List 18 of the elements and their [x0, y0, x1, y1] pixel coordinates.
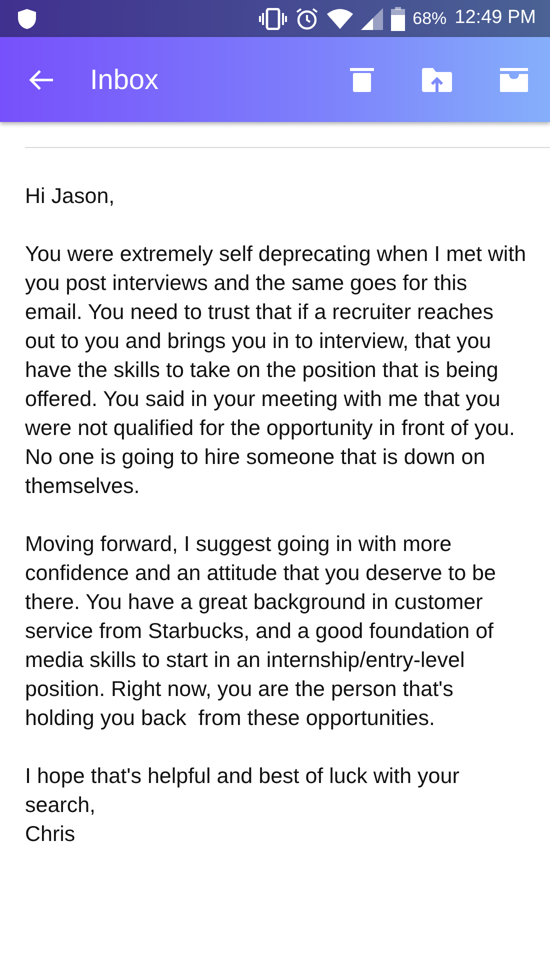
vibrate-icon: [258, 8, 287, 30]
email-paragraph: I hope that's helpful and best of luck with your search,: [25, 763, 460, 819]
alarm-icon: [294, 6, 319, 30]
battery-icon: [390, 6, 405, 30]
wifi-icon: [326, 8, 353, 28]
back-button[interactable]: [28, 68, 54, 90]
shield-icon: [18, 8, 36, 28]
email-paragraph: You were extremely self deprecating when I met with you post interviews and the same goes for this email. You need to trust that if a recruiter reaches out to you and brings you in to interview, that you have the skills to take on the position that is being offered. You said in your meeting with me that you were not qualified for the opportunity in front of you. No one is going to hire someone that is down on themselves.: [25, 241, 528, 500]
move-to-folder-button[interactable]: [422, 68, 452, 92]
battery-percentage: 68%: [412, 8, 447, 30]
toolbar-title: Inbox: [90, 62, 158, 96]
email-paragraph: Moving forward, I suggest going in with more confidence and an attitude that you deserve to be there. You have a great background in customer service from Starbucks, and a good foundation of media skills to start in an internship/entry-level position. Right now, you are the person that's holding you back from these opportunities.: [25, 531, 497, 732]
email-signature: Chris: [25, 821, 76, 848]
signal-icon: [360, 8, 383, 30]
email-paragraph: Hi Jason,: [25, 183, 116, 210]
archive-button[interactable]: [500, 68, 528, 92]
delete-button[interactable]: [350, 68, 374, 92]
clock-time: 12:49 PM: [454, 6, 536, 30]
